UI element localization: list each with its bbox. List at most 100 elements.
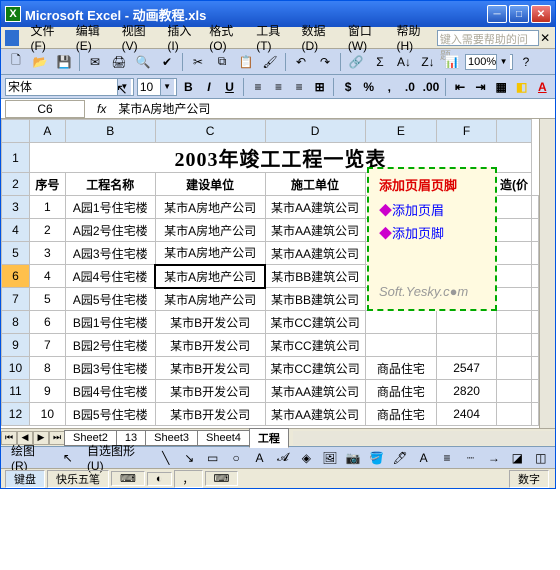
cell[interactable]: 6: [29, 311, 65, 334]
fill-color-icon[interactable]: ◧: [513, 78, 531, 96]
cell[interactable]: [365, 334, 437, 357]
dec-inc-icon[interactable]: .0: [401, 78, 419, 96]
open-icon[interactable]: 📂: [29, 52, 51, 72]
font-color-icon[interactable]: A: [534, 78, 552, 96]
cell[interactable]: 5: [29, 288, 65, 311]
font-name-select[interactable]: 宋体 ↖ ▼: [5, 78, 134, 96]
menu-insert[interactable]: 插入(I): [161, 20, 203, 55]
cell[interactable]: 9: [29, 380, 65, 403]
col-header[interactable]: C: [155, 120, 265, 143]
table-header-cell[interactable]: 建设单位: [155, 173, 265, 196]
chevron-down-icon[interactable]: ▼: [160, 79, 174, 95]
minimize-button[interactable]: ─: [487, 5, 507, 23]
clipart-icon[interactable]: 🖼: [320, 448, 340, 468]
cell[interactable]: [496, 380, 531, 403]
align-right-icon[interactable]: ≡: [290, 78, 308, 96]
align-center-icon[interactable]: ≡: [270, 78, 288, 96]
cut-icon[interactable]: ✂: [187, 52, 209, 72]
linecolor-icon[interactable]: 🖊: [390, 448, 410, 468]
ime-toggle[interactable]: ⌨: [111, 471, 145, 486]
undo-icon[interactable]: ↶: [290, 52, 312, 72]
cell[interactable]: [532, 380, 539, 403]
cell[interactable]: A园4号住宅楼: [65, 265, 155, 288]
diagram-icon[interactable]: ◈: [296, 448, 316, 468]
bold-button[interactable]: B: [180, 78, 198, 96]
spreadsheet-grid[interactable]: ABCDEF12003年竣工工程一览表2序号工程名称建设单位施工单位类型面积造(…: [1, 119, 539, 428]
cell[interactable]: [532, 334, 539, 357]
cell[interactable]: 某市B开发公司: [155, 334, 265, 357]
tooltip-item[interactable]: ◆添加页脚: [379, 223, 485, 242]
row-header[interactable]: 2: [2, 173, 30, 196]
table-header-cell[interactable]: 序号: [29, 173, 65, 196]
cell[interactable]: 某市AA建筑公司: [265, 242, 365, 265]
cell[interactable]: 2547: [437, 357, 497, 380]
cell[interactable]: 商品住宅: [365, 380, 437, 403]
chevron-down-icon[interactable]: ▼: [496, 54, 510, 70]
row-header[interactable]: 11: [2, 380, 30, 403]
cell[interactable]: 1: [29, 196, 65, 219]
sum-icon[interactable]: Σ: [369, 52, 391, 72]
cell[interactable]: 某市A房地产公司: [155, 265, 265, 288]
table-header-cell[interactable]: 工程名称: [65, 173, 155, 196]
horizontal-scrollbar[interactable]: [293, 431, 555, 445]
ime-pane[interactable]: 键盘: [5, 470, 45, 488]
cell[interactable]: [365, 311, 437, 334]
col-header[interactable]: F: [437, 120, 497, 143]
col-header[interactable]: [2, 120, 30, 143]
cell[interactable]: B园5号住宅楼: [65, 403, 155, 426]
copy-icon[interactable]: ⧉: [211, 52, 233, 72]
align-left-icon[interactable]: ≡: [249, 78, 267, 96]
cell[interactable]: 7: [29, 334, 65, 357]
new-icon[interactable]: 🗋: [5, 52, 27, 72]
oval-icon[interactable]: ○: [226, 448, 246, 468]
cell[interactable]: [532, 403, 539, 426]
fmtpaint-icon[interactable]: 🖌: [259, 52, 281, 72]
paste-icon[interactable]: 📋: [235, 52, 257, 72]
cell[interactable]: [496, 357, 531, 380]
table-header-cell[interactable]: 造(价: [496, 173, 531, 196]
link-icon[interactable]: 🔗: [345, 52, 367, 72]
vertical-scrollbar[interactable]: [539, 119, 555, 428]
cell[interactable]: [532, 219, 539, 242]
cell[interactable]: 某市BB建筑公司: [265, 265, 365, 288]
cell[interactable]: A园1号住宅楼: [65, 196, 155, 219]
cell[interactable]: [532, 265, 539, 288]
menu-tools[interactable]: 工具(T): [250, 20, 295, 55]
close-button[interactable]: ✕: [531, 5, 551, 23]
menu-data[interactable]: 数据(D): [295, 20, 341, 55]
cell[interactable]: [532, 311, 539, 334]
row-header[interactable]: 1: [2, 143, 30, 173]
cell[interactable]: [437, 311, 497, 334]
cell[interactable]: 某市B开发公司: [155, 357, 265, 380]
cell[interactable]: 2404: [437, 403, 497, 426]
cell[interactable]: B园3号住宅楼: [65, 357, 155, 380]
table-header-cell[interactable]: 施工单位: [265, 173, 365, 196]
help-search-input[interactable]: 键入需要帮助的问题: [437, 30, 539, 46]
cell[interactable]: A园3号住宅楼: [65, 242, 155, 265]
cell[interactable]: 3: [29, 242, 65, 265]
dec-dec-icon[interactable]: .00: [422, 78, 441, 96]
cell[interactable]: 某市AA建筑公司: [265, 380, 365, 403]
indent-dec-icon[interactable]: ⇤: [451, 78, 469, 96]
line-icon[interactable]: ╲: [156, 448, 176, 468]
formula-value[interactable]: 某市A房地产公司: [114, 100, 555, 117]
col-header[interactable]: E: [365, 120, 437, 143]
arrow-icon[interactable]: ↘: [179, 448, 199, 468]
italic-button[interactable]: I: [200, 78, 218, 96]
cell[interactable]: 某市CC建筑公司: [265, 357, 365, 380]
name-box[interactable]: C6: [5, 100, 85, 118]
cell[interactable]: A园5号住宅楼: [65, 288, 155, 311]
zoom-select[interactable]: 100%▼: [465, 54, 513, 70]
row-header[interactable]: 10: [2, 357, 30, 380]
menu-view[interactable]: 视图(V): [116, 20, 162, 55]
row-header[interactable]: 12: [2, 403, 30, 426]
ime-sym[interactable]: ◐: [147, 472, 172, 486]
fillcolor-icon[interactable]: 🪣: [367, 448, 387, 468]
cell[interactable]: 某市B开发公司: [155, 403, 265, 426]
tooltip-item[interactable]: ◆添加页眉: [379, 200, 485, 219]
pointer-icon[interactable]: ↖: [58, 448, 78, 468]
redo-icon[interactable]: ↷: [314, 52, 336, 72]
app-menu-icon[interactable]: [5, 30, 19, 46]
shadow-icon[interactable]: ◪: [507, 448, 527, 468]
menu-help[interactable]: 帮助(H): [390, 20, 436, 55]
